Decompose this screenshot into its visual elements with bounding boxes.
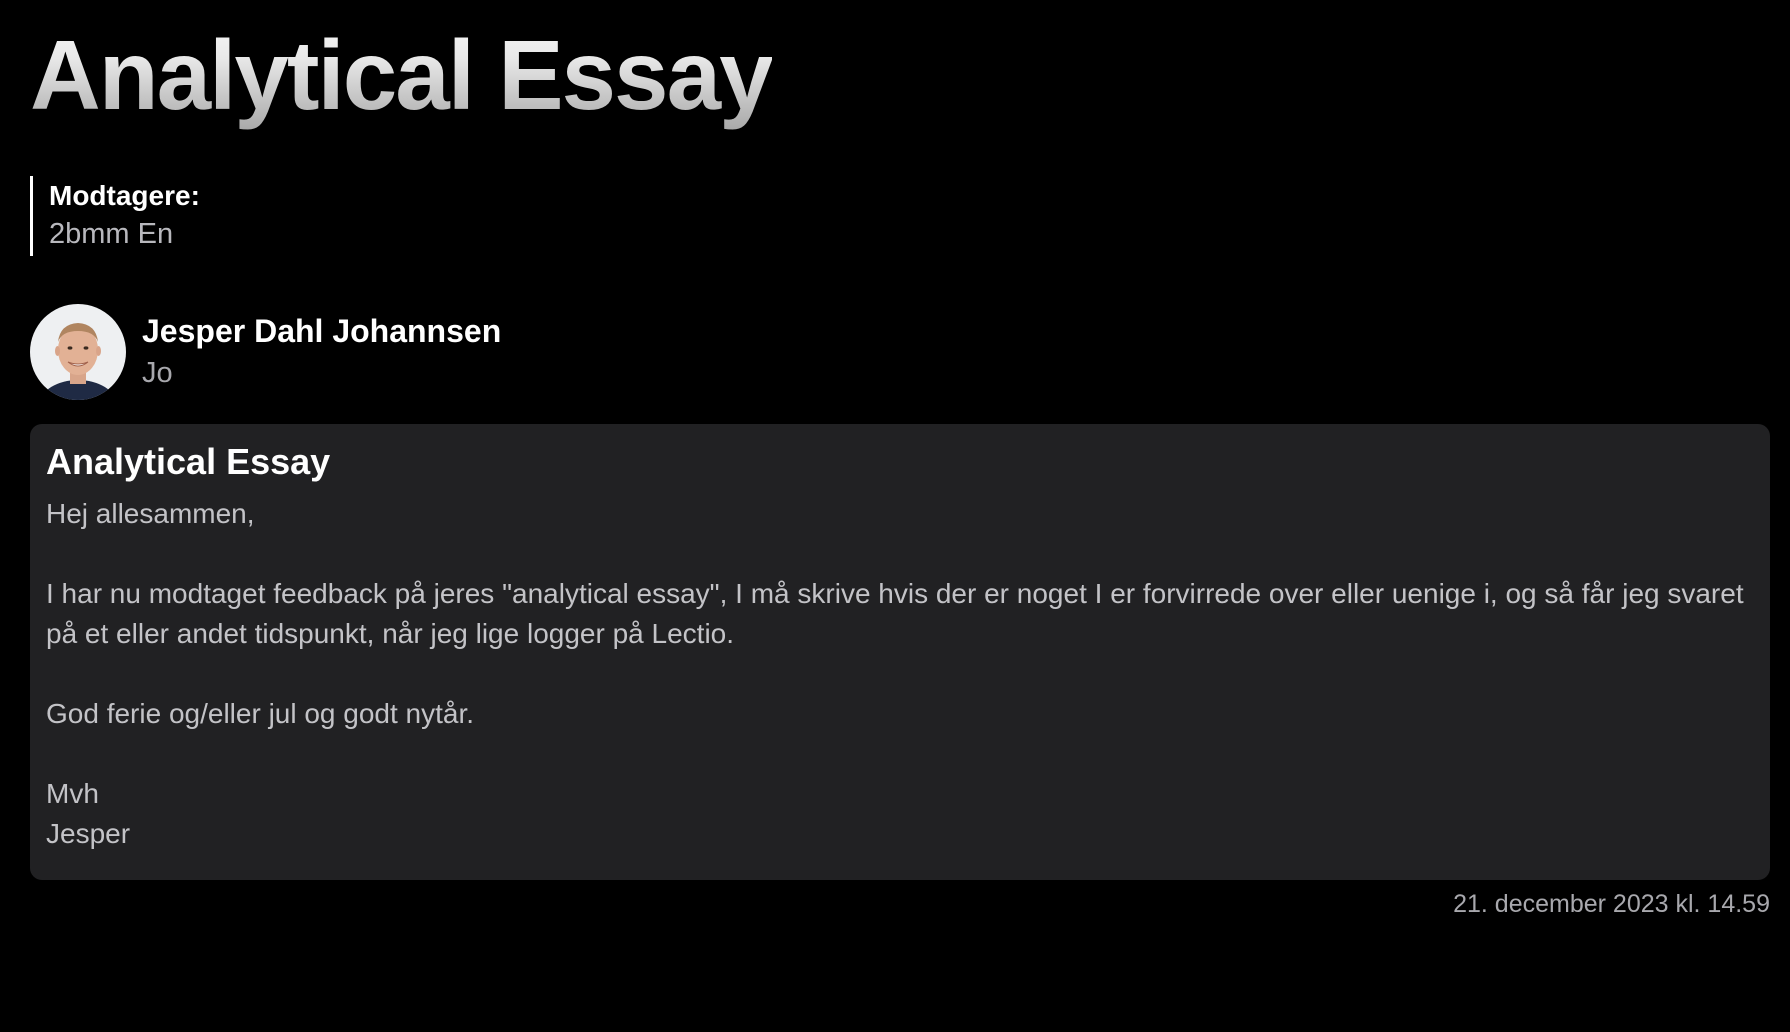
recipients-block: Modtagere: 2bmm En <box>30 176 200 256</box>
recipients-value[interactable]: 2bmm En <box>49 214 200 254</box>
message-page: Analytical Essay Modtagere: 2bmm En Jesp… <box>30 0 1770 918</box>
sender-text: Jesper Dahl Johannsen Jo <box>142 310 501 394</box>
message-greeting: Hej allesammen, <box>46 498 255 529</box>
message-timestamp: 21. december 2023 kl. 14.59 <box>1453 890 1770 918</box>
sender-header[interactable]: Jesper Dahl Johannsen Jo <box>30 304 501 400</box>
message-closing: Mvh <box>46 778 99 809</box>
message-paragraph: I har nu modtaget feedback på jeres "ana… <box>46 578 1744 649</box>
message-paragraph: God ferie og/eller jul og godt nytår. <box>46 698 475 729</box>
message-body: Hej allesammen, I har nu modtaget feedba… <box>46 494 1754 854</box>
page-title: Analytical Essay <box>30 0 774 130</box>
message-signature: Jesper <box>46 818 131 849</box>
message-subject: Analytical Essay <box>46 441 331 482</box>
avatar[interactable] <box>30 304 126 400</box>
recipients-label: Modtagere: <box>49 180 200 211</box>
sender-initials: Jo <box>142 357 173 389</box>
message-card: Analytical Essay Hej allesammen, I har n… <box>30 424 1770 880</box>
person-photo-avatar-icon <box>30 304 126 400</box>
sender-name[interactable]: Jesper Dahl Johannsen <box>142 310 501 352</box>
